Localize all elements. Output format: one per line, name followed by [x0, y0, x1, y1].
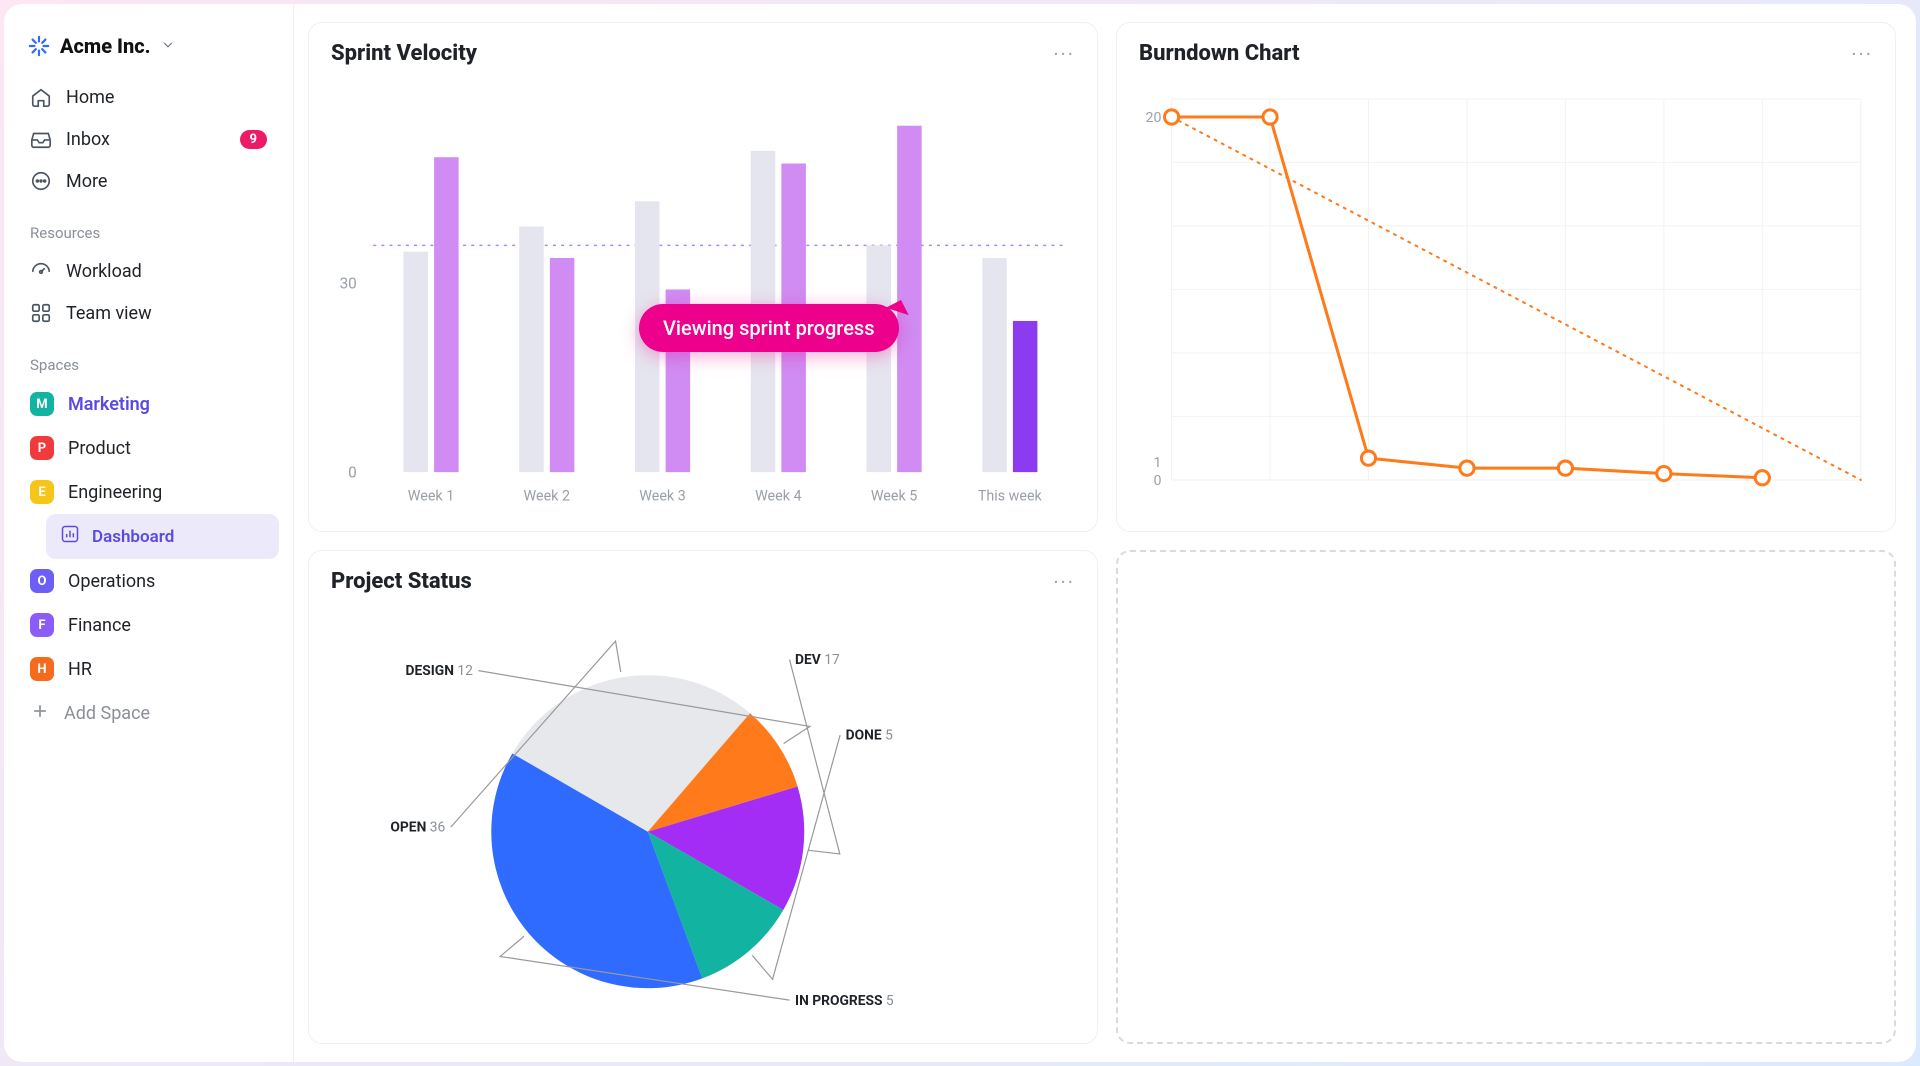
status-title: Project Status [331, 569, 472, 594]
dashboard-icon [60, 524, 80, 549]
svg-text:Week 1: Week 1 [408, 489, 454, 505]
nav-home[interactable]: Home [18, 76, 279, 118]
nav-more[interactable]: More [18, 160, 279, 202]
dashboard-grid: Sprint Velocity ··· 0 30 Week 1 Week 2 Week … [294, 4, 1916, 1062]
nav-teamview-label: Team view [66, 303, 152, 324]
svg-text:Week 3: Week 3 [639, 489, 685, 505]
space-label: HR [68, 659, 92, 680]
svg-text:30: 30 [340, 274, 357, 292]
grid-icon [30, 302, 52, 324]
svg-text:DESIGN 12: DESIGN 12 [406, 663, 474, 679]
card-velocity: Sprint Velocity ··· 0 30 Week 1 Week 2 Week … [308, 22, 1098, 532]
velocity-chart: 0 30 Week 1 Week 2 Week 3 Week 4 Week 5 This we… [321, 84, 1079, 513]
burndown-title: Burndown Chart [1139, 41, 1300, 66]
svg-text:1: 1 [1153, 455, 1161, 471]
space-icon: O [30, 569, 54, 593]
subitem-dashboard[interactable]: Dashboard [46, 514, 279, 559]
space-label: Operations [68, 571, 155, 592]
space-icon: M [30, 392, 54, 416]
svg-text:0: 0 [1153, 473, 1161, 489]
svg-text:DONE 5: DONE 5 [846, 728, 893, 744]
gauge-icon [30, 260, 52, 282]
burndown-chart: 0 1 20 [1127, 82, 1877, 513]
space-label: Product [68, 438, 131, 459]
annotation-bubble: Viewing sprint progress [639, 304, 899, 352]
svg-text:IN PROGRESS 5: IN PROGRESS 5 [795, 993, 894, 1009]
space-operations[interactable]: O Operations [18, 559, 279, 603]
card-status: Project Status ··· DESIGN 12 DEV 17 DONE 5… [308, 550, 1098, 1044]
svg-text:DEV 17: DEV 17 [795, 652, 840, 668]
nav-workload[interactable]: Workload [18, 250, 279, 292]
card-menu-button[interactable]: ··· [1851, 42, 1873, 66]
chevron-down-icon [161, 37, 175, 56]
status-chart: DESIGN 12 DEV 17 DONE 5 IN PROGRESS 5 OPEN 3… [327, 620, 1079, 1025]
space-hr[interactable]: H HR [18, 647, 279, 691]
space-label: Marketing [68, 394, 150, 415]
app-frame: Acme Inc. Home Inbox 9 More Resources Wo… [4, 4, 1916, 1062]
space-label: Finance [68, 615, 131, 636]
space-label: Engineering [68, 482, 162, 503]
section-resources: Resources [18, 202, 279, 250]
svg-text:0: 0 [348, 463, 357, 481]
svg-text:Week 5: Week 5 [871, 489, 917, 505]
org-name: Acme Inc. [60, 34, 151, 58]
subitem-label: Dashboard [92, 527, 174, 547]
svg-text:20: 20 [1146, 110, 1162, 126]
nav-more-label: More [66, 171, 107, 192]
inbox-icon [30, 128, 52, 150]
svg-text:OPEN 36: OPEN 36 [390, 820, 445, 836]
space-icon: H [30, 657, 54, 681]
add-space-button[interactable]: Add Space [18, 691, 279, 736]
empty-widget-slot[interactable] [1116, 550, 1896, 1044]
card-menu-button[interactable]: ··· [1053, 42, 1075, 66]
space-icon: P [30, 436, 54, 460]
card-menu-button[interactable]: ··· [1053, 570, 1075, 594]
nav-inbox-label: Inbox [66, 129, 110, 150]
nav-home-label: Home [66, 87, 114, 108]
org-switcher[interactable]: Acme Inc. [18, 28, 279, 76]
sidebar: Acme Inc. Home Inbox 9 More Resources Wo… [4, 4, 294, 1062]
plus-icon [30, 701, 50, 726]
section-spaces: Spaces [18, 334, 279, 382]
home-icon [30, 86, 52, 108]
nav-teamview[interactable]: Team view [18, 292, 279, 334]
space-engineering[interactable]: E Engineering [18, 470, 279, 514]
more-icon [30, 170, 52, 192]
velocity-title: Sprint Velocity [331, 41, 477, 66]
space-finance[interactable]: F Finance [18, 603, 279, 647]
space-marketing[interactable]: M Marketing [18, 382, 279, 426]
card-burndown: Burndown Chart ··· 0 1 20 [1116, 22, 1896, 532]
nav-inbox[interactable]: Inbox 9 [18, 118, 279, 160]
org-logo-icon [28, 35, 50, 57]
inbox-badge: 9 [240, 130, 267, 149]
space-icon: F [30, 613, 54, 637]
svg-text:Week 2: Week 2 [524, 489, 570, 505]
space-product[interactable]: P Product [18, 426, 279, 470]
add-space-label: Add Space [64, 703, 150, 724]
svg-text:This week: This week [978, 489, 1043, 505]
nav-workload-label: Workload [66, 261, 142, 282]
space-icon: E [30, 480, 54, 504]
svg-text:Week 4: Week 4 [755, 489, 801, 505]
